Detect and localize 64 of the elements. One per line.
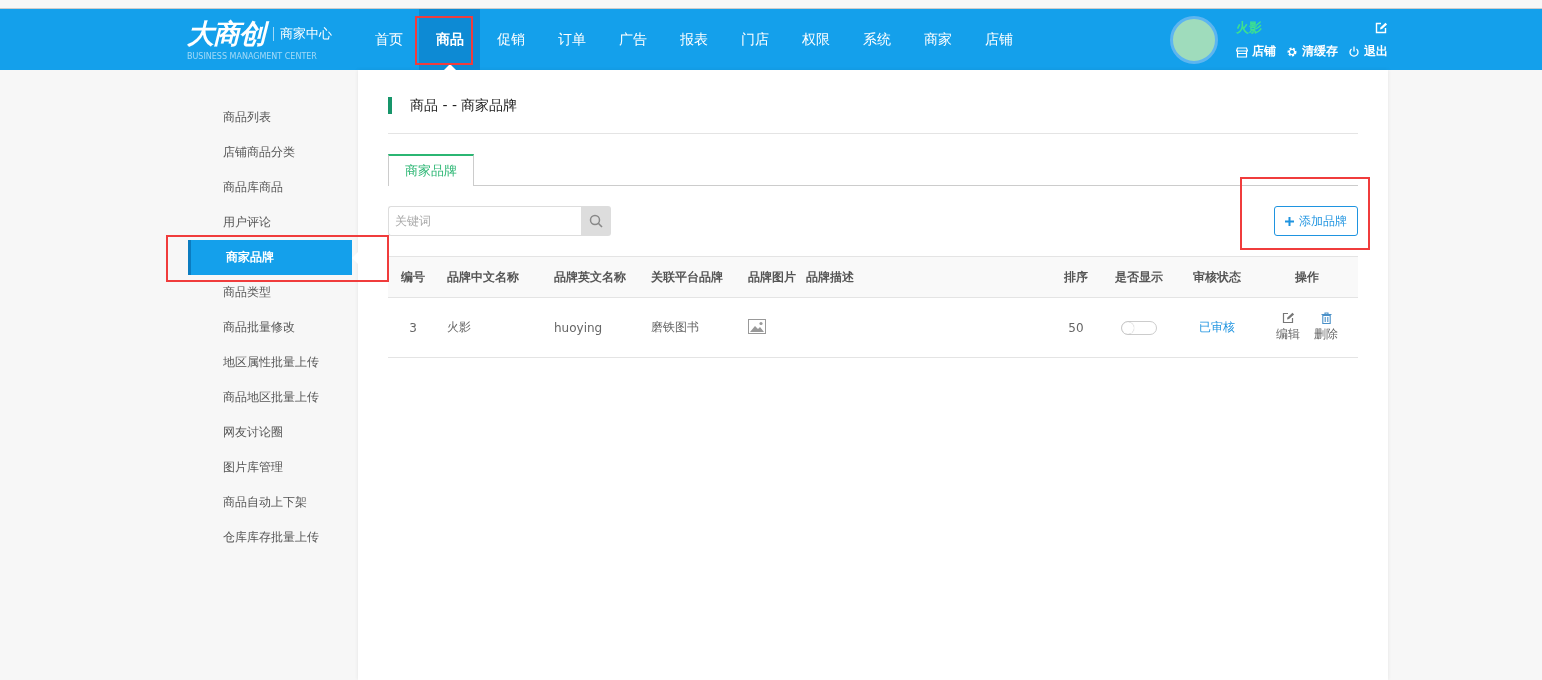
page-title: 商品 - - 商家品牌 [410,96,518,115]
tab[interactable]: 商家品牌 [388,154,474,186]
user-name: 火影 [1236,19,1262,37]
nav-tab[interactable]: 商家 [907,9,968,70]
search-button[interactable] [581,206,611,236]
nav-tab[interactable]: 报表 [663,9,724,70]
sidebar-item[interactable]: 商品自动上下架 [188,485,358,520]
sidebar-item[interactable]: 商品列表 [188,100,358,135]
nav-tab[interactable]: 首页 [358,9,419,70]
sidebar-item[interactable]: 商品批量修改 [188,310,358,345]
nav-tab[interactable]: 促销 [480,9,541,70]
sidebar-item[interactable]: 商品地区批量上传 [188,380,358,415]
table-cell: 火影 [438,297,545,358]
edit-icon [1281,312,1295,324]
nav-tab[interactable]: 订单 [541,9,602,70]
logo-subtitle: 商家中心 [273,26,332,41]
status-link[interactable]: 已审核 [1199,320,1235,334]
column-header: 品牌图片 [739,256,797,298]
sidebar-item[interactable]: 商品类型 [188,275,358,310]
table-cell: huoying [545,297,642,358]
header-link[interactable]: 店铺 [1236,43,1276,60]
trash-icon [1320,312,1332,324]
column-header: 审核状态 [1178,256,1256,298]
store-icon [1236,45,1248,58]
plus-icon [1285,216,1294,226]
nav-tab[interactable]: 广告 [602,9,663,70]
column-header: 品牌英文名称 [545,256,642,298]
sidebar-item[interactable]: 店铺商品分类 [188,135,358,170]
search-icon [589,214,603,228]
sidebar-item[interactable]: 仓库库存批量上传 [188,520,358,555]
row-action[interactable]: 删除 [1314,312,1338,343]
search-field[interactable]: 关键词 [388,206,581,236]
column-header: 品牌描述 [797,256,1052,298]
column-header: 排序 [1052,256,1100,298]
logo-tagline: BUSINESS MANAGMENT CENTER [187,51,318,61]
header-link[interactable]: 退出 [1348,43,1388,60]
add-brand-button[interactable]: 添加品牌 [1274,206,1358,236]
nav-tab[interactable]: 商品 [419,9,480,70]
sidebar-item[interactable]: 用户评论 [188,205,358,240]
nav-tab[interactable]: 门店 [724,9,785,70]
column-header: 编号 [388,256,438,298]
edit-icon[interactable] [1375,22,1388,34]
sidebar-item[interactable]: 地区属性批量上传 [188,345,358,380]
power-icon [1348,45,1360,58]
settings-icon [1286,45,1298,58]
header-link[interactable]: 清缓存 [1286,43,1338,60]
column-header: 操作 [1256,256,1358,298]
nav-tab[interactable]: 系统 [846,9,907,70]
sidebar-item[interactable]: 商家品牌 [188,240,352,275]
sidebar-item[interactable]: 图片库管理 [188,450,358,485]
table-cell: 3 [388,297,438,358]
table-cell: 50 [1052,297,1100,358]
avatar [1170,15,1218,64]
nav-tab[interactable]: 店铺 [968,9,1029,70]
row-action[interactable]: 编辑 [1276,312,1300,343]
column-header: 品牌中文名称 [438,256,545,298]
nav-tab[interactable]: 权限 [785,9,846,70]
title-accent [388,97,392,114]
column-header: 关联平台品牌 [642,256,739,298]
column-header: 是否显示 [1100,256,1178,298]
table-cell: 磨铁图书 [642,297,739,358]
sidebar-item[interactable]: 商品库商品 [188,170,358,205]
image-icon [748,318,766,334]
sidebar-item[interactable]: 网友讨论圈 [188,415,358,450]
